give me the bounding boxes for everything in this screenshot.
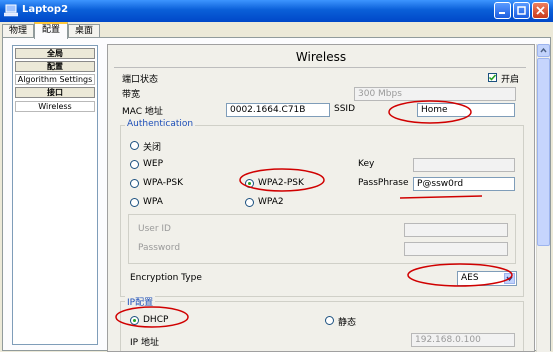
password-label: Password xyxy=(138,243,181,253)
encryption-type-label: Encryption Type xyxy=(130,273,202,283)
tab-config[interactable]: 配置 xyxy=(34,22,68,39)
wireless-config-panel: Wireless 端口状态 开启 带宽 300 Mbps MAC 地址 0002… xyxy=(107,44,535,352)
auth-radio-wep[interactable] xyxy=(130,160,139,169)
auth-option-wpa-psk: WPA-PSK xyxy=(143,178,183,188)
auth-option-wpa2: WPA2 xyxy=(258,197,284,207)
auth-radio-wpa2[interactable] xyxy=(245,198,254,207)
sidebar-header-global[interactable]: 全局 xyxy=(15,48,95,59)
sidebar-header-interface[interactable]: 接口 xyxy=(15,87,95,98)
sidebar-header-config[interactable]: 配置 xyxy=(15,61,95,72)
page-title: Wireless xyxy=(295,50,347,64)
tab-bar: 物理 配置 桌面 xyxy=(0,22,553,39)
sidebar-item-wireless[interactable]: Wireless xyxy=(15,101,95,112)
vertical-scrollbar[interactable] xyxy=(536,44,550,352)
passphrase-label: PassPhrase xyxy=(358,178,409,188)
mac-field[interactable]: 0002.1664.C71B xyxy=(226,103,330,117)
sidebar-item-algorithm-settings[interactable]: Algorithm Settings xyxy=(15,74,95,85)
userid-label: User ID xyxy=(138,224,171,234)
ip-dhcp-label: DHCP xyxy=(143,315,169,325)
close-icon xyxy=(536,6,545,15)
auth-option-off: 关闭 xyxy=(143,143,162,153)
ip-address-label: IP 地址 xyxy=(130,338,159,348)
bandwidth-label: 带宽 xyxy=(122,90,141,100)
ssid-label: SSID xyxy=(334,104,356,114)
passphrase-field[interactable]: P@ssw0rd xyxy=(413,177,515,191)
tab-desktop[interactable]: 桌面 xyxy=(68,24,100,38)
scrollbar-thumb[interactable] xyxy=(537,58,550,246)
encryption-type-select[interactable]: AES xyxy=(457,271,517,286)
check-icon xyxy=(488,74,497,81)
auth-radio-off[interactable] xyxy=(130,141,139,150)
ssid-field[interactable]: Home xyxy=(417,103,515,117)
minimize-icon xyxy=(499,12,505,14)
ip-radio-dhcp[interactable] xyxy=(130,316,139,325)
chevron-down-icon[interactable] xyxy=(504,273,515,284)
mac-label: MAC 地址 xyxy=(122,107,163,117)
auth-radio-wpa[interactable] xyxy=(130,198,139,207)
ip-address-field: 192.168.0.100 xyxy=(411,333,515,347)
auth-radio-wpa2-psk[interactable] xyxy=(245,179,254,188)
ip-config-title: IP配置 xyxy=(125,295,156,308)
ip-static-label: 静态 xyxy=(338,318,357,328)
title-bar: Laptop2 xyxy=(0,0,553,22)
close-button[interactable] xyxy=(532,2,549,19)
maximize-icon xyxy=(517,6,526,15)
authentication-title: Authentication xyxy=(125,119,196,129)
port-status-label: 端口状态 xyxy=(122,75,159,85)
minimize-button[interactable] xyxy=(494,2,511,19)
key-label: Key xyxy=(358,159,375,169)
bandwidth-field: 300 Mbps xyxy=(354,87,516,101)
port-on-label: 开启 xyxy=(501,75,520,85)
title-divider xyxy=(114,67,526,68)
key-field xyxy=(413,158,515,172)
auth-option-wpa2-psk: WPA2-PSK xyxy=(258,178,304,188)
port-on-checkbox[interactable] xyxy=(488,73,497,82)
tab-panel: 全局 配置 Algorithm Settings 接口 Wireless Wir… xyxy=(2,37,551,352)
chevron-up-icon xyxy=(540,47,547,53)
laptop-icon xyxy=(3,4,19,17)
window-title: Laptop2 xyxy=(22,4,69,15)
tab-physical[interactable]: 物理 xyxy=(2,24,34,38)
maximize-button[interactable] xyxy=(513,2,530,19)
encryption-type-value: AES xyxy=(461,273,479,283)
password-field xyxy=(404,242,508,256)
ip-radio-static[interactable] xyxy=(325,316,334,325)
credentials-subgroup xyxy=(128,214,516,264)
auth-option-wpa: WPA xyxy=(143,197,163,207)
userid-field xyxy=(404,223,508,237)
auth-radio-wpa-psk[interactable] xyxy=(130,179,139,188)
scroll-up-button[interactable] xyxy=(537,44,550,57)
auth-option-wep: WEP xyxy=(143,159,164,169)
sidebar: 全局 配置 Algorithm Settings 接口 Wireless xyxy=(12,45,98,345)
